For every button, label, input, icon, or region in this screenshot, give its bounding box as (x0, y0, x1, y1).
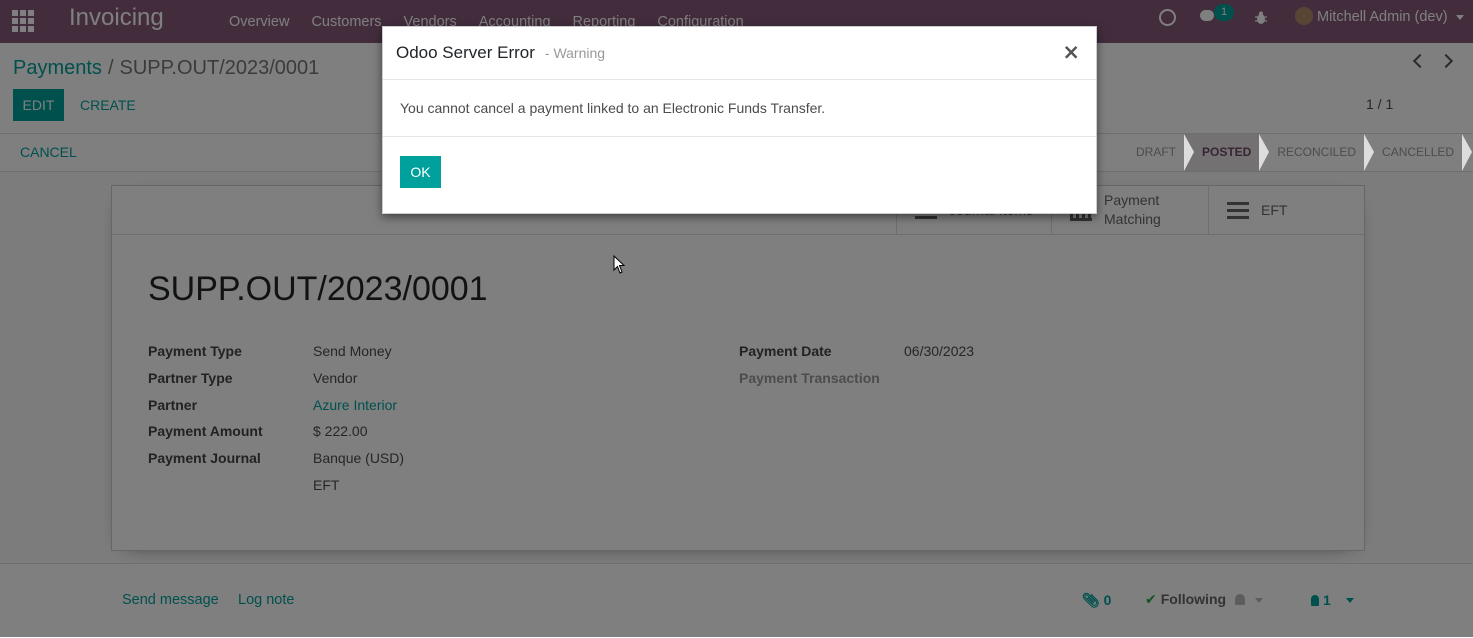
dialog-body: You cannot cancel a payment linked to an… (383, 80, 1096, 137)
dialog-header: Odoo Server Error - Warning × (383, 27, 1096, 80)
close-icon[interactable]: × (1056, 39, 1086, 65)
error-message: You cannot cancel a payment linked to an… (400, 100, 826, 116)
error-dialog: Odoo Server Error - Warning × You cannot … (382, 26, 1097, 214)
ok-button[interactable]: OK (400, 156, 441, 188)
dialog-title-text: Odoo Server Error (396, 43, 535, 62)
dialog-title: Odoo Server Error - Warning (396, 43, 605, 63)
dialog-subtitle: - Warning (544, 45, 606, 61)
mouse-cursor-icon (613, 255, 626, 274)
